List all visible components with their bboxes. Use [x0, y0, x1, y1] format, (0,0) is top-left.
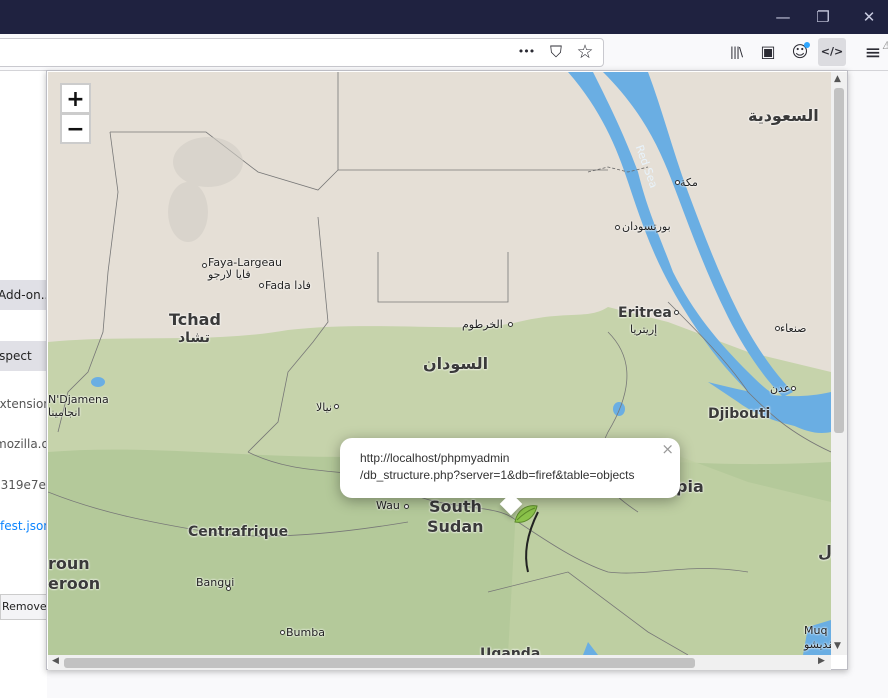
label-cameroun-1: roun: [48, 554, 90, 573]
restore-button[interactable]: ❐: [800, 0, 846, 34]
label-edge-arabic: ل: [818, 542, 831, 561]
manifest-link[interactable]: manifest.json: [0, 511, 47, 541]
label-nyala: نيالا: [316, 401, 333, 414]
label-djibouti: Djibouti: [708, 406, 771, 422]
label-bumba: Bumba: [286, 626, 325, 639]
label-mogadishu-2: مقديشو: [804, 638, 831, 651]
bookmark-star-icon[interactable]: ☆: [574, 42, 596, 62]
mozilla-text: mozilla.org: [0, 437, 47, 451]
city-marker: [259, 283, 264, 288]
label-ethiopia: pia: [676, 477, 704, 496]
label-uganda: Uganda: [480, 646, 541, 655]
hash-row: c319e7e5: [0, 470, 47, 500]
city-marker: [226, 586, 231, 591]
page-actions-icon[interactable]: •••: [515, 42, 537, 62]
label-faya-2: فايا لارجو: [208, 268, 251, 281]
scroll-down-icon[interactable]: ▼: [834, 641, 841, 651]
popup-close-icon[interactable]: ×: [661, 440, 674, 458]
remove-label: Remove: [2, 600, 47, 613]
label-south-sudan-1: South: [429, 497, 482, 516]
label-fada: Fada فادا: [265, 279, 311, 292]
addon-header: Add-on...: [0, 280, 47, 310]
extension-text: Extension/: [0, 397, 47, 411]
popup-line-2: /db_structure.php?server=1&db=firef&tabl…: [360, 468, 635, 482]
remove-button[interactable]: Remove: [0, 594, 47, 620]
label-port-sudan: بورتسودان: [622, 220, 671, 233]
label-wau: Wau: [376, 499, 400, 512]
notification-dot-icon: [804, 42, 810, 48]
city-marker: [615, 225, 620, 230]
extension-row: Extension/: [0, 389, 47, 419]
close-window-button[interactable]: ✕: [846, 0, 888, 34]
inspect-label: Inspect: [0, 349, 32, 363]
label-eritrea-1: Eritrea: [618, 305, 672, 321]
addon-debug-panel: Add-on... Inspect Extension/ mozilla.org…: [0, 71, 47, 698]
popup-line-1: http://localhost/phpmyadmin: [360, 451, 510, 465]
pocket-icon[interactable]: ⛉: [545, 42, 567, 62]
zoom-out-button[interactable]: −: [60, 113, 91, 144]
city-marker: [791, 386, 796, 391]
addon-label: Add-on...: [0, 288, 47, 302]
scroll-up-icon[interactable]: ▲: [834, 74, 841, 84]
city-marker: [334, 404, 339, 409]
city-marker: [280, 630, 285, 635]
mozilla-row: mozilla.org: [0, 429, 47, 459]
label-tchad-1: Tchad: [169, 310, 221, 329]
window-titlebar: — ❐ ✕: [0, 0, 888, 34]
map-view[interactable]: + − السعودية Red Sea مكة بورتسودان Faya-…: [48, 72, 831, 655]
label-centrafrique: Centrafrique: [188, 524, 289, 540]
label-cameroun-2: eroon: [48, 574, 101, 593]
city-marker: [775, 326, 780, 331]
horizontal-scrollbar[interactable]: ◀ ▶: [48, 655, 831, 670]
label-sudan: السودان: [423, 354, 489, 373]
zoom-in-button[interactable]: +: [60, 83, 91, 114]
marker-popup: × http://localhost/phpmyadmin /db_struct…: [340, 438, 680, 516]
popup-content: http://localhost/phpmyadmin /db_structur…: [360, 450, 635, 484]
label-khartoum: الخرطوم: [462, 318, 503, 331]
label-ndjamena-2: انجامينا: [48, 406, 81, 419]
city-marker: [202, 263, 207, 268]
library-icon[interactable]: |||\: [725, 42, 747, 62]
inspect-button[interactable]: Inspect: [0, 341, 47, 371]
label-saudi: السعودية: [748, 106, 819, 125]
vertical-scroll-thumb[interactable]: [834, 88, 844, 433]
browser-toolbar: ••• ⛉ ☆ |||\ ▣ ☺ </> ≡ ⚠: [0, 34, 888, 71]
hash-text: c319e7e5: [0, 478, 47, 492]
city-marker: [675, 180, 680, 185]
city-marker: [508, 322, 513, 327]
devtools-icon[interactable]: </>: [818, 38, 846, 66]
city-marker: [674, 310, 679, 315]
url-bar[interactable]: ••• ⛉ ☆: [0, 38, 604, 67]
scroll-right-icon[interactable]: ▶: [818, 656, 825, 666]
label-tchad-2: تشاد: [178, 330, 210, 346]
label-south-sudan-2: Sudan: [427, 517, 484, 536]
scroll-left-icon[interactable]: ◀: [52, 656, 59, 666]
label-eritrea-2: إريتريا: [630, 323, 658, 336]
city-marker: [404, 504, 409, 509]
label-ndjamena-1: N'Djamena: [48, 393, 109, 406]
popup-window: + − السعودية Red Sea مكة بورتسودان Faya-…: [46, 70, 848, 670]
warning-icon: ⚠: [882, 39, 888, 52]
label-sanaa: صنعاء: [780, 322, 807, 335]
sidebar-icon[interactable]: ▣: [757, 42, 779, 62]
label-aden: عدن: [770, 382, 791, 395]
label-mecca: مكة: [680, 176, 698, 189]
manifest-text: manifest.json: [0, 519, 47, 533]
horizontal-scroll-thumb[interactable]: [64, 658, 695, 668]
label-mogadishu-1: Muq: [804, 624, 828, 637]
vertical-scrollbar[interactable]: ▲ ▼: [831, 72, 847, 655]
